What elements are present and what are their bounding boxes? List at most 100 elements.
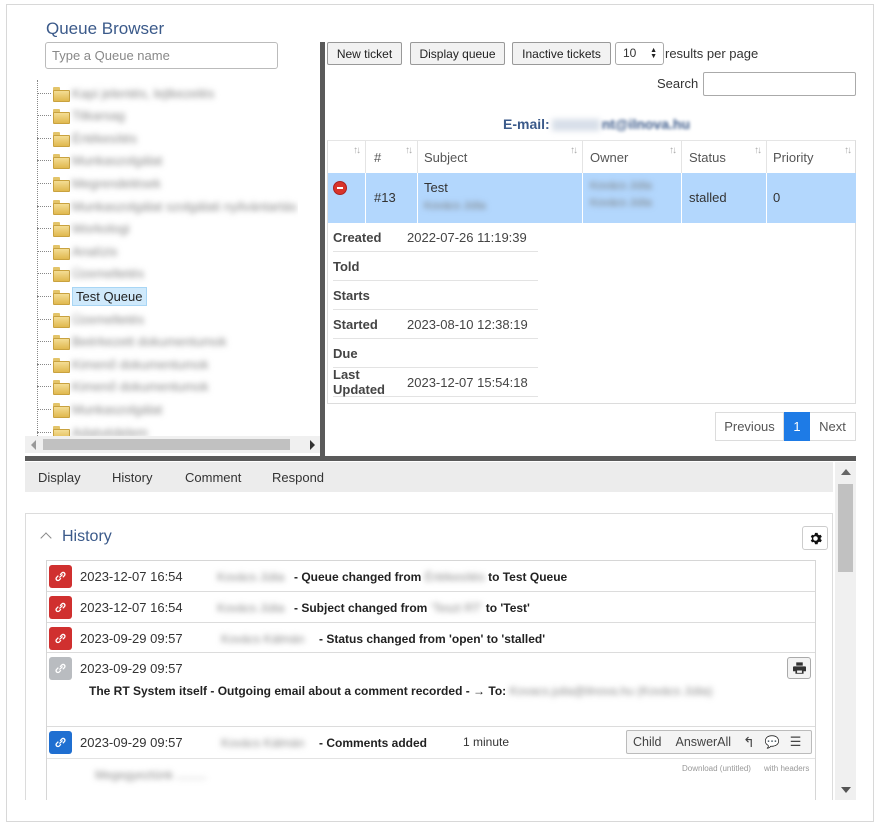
ticket-owner: Kovács Júlia (590, 180, 652, 192)
child-button[interactable]: Child (633, 735, 662, 749)
new-ticket-button[interactable]: New ticket (327, 42, 402, 65)
spinner-arrows-icon[interactable]: ▲ ▼ (650, 47, 657, 60)
tree-item-label[interactable]: Munkaszolgálat (72, 402, 162, 417)
tree-item[interactable]: Munkaszolgálat (37, 398, 162, 420)
download-link[interactable]: Download (untitled) (682, 764, 751, 773)
scrollbar-thumb[interactable] (838, 484, 853, 572)
collapse-minus-icon[interactable] (333, 181, 347, 195)
history-card: History 2023-12-07 16:54 Kovács Júlia - Qu… (25, 513, 833, 800)
tree-item-label[interactable]: Munkaszolgálat (72, 153, 162, 168)
comment-icon[interactable]: 💬 (765, 735, 780, 749)
scrollbar-thumb[interactable] (43, 439, 290, 450)
scroll-left-arrow-icon[interactable] (31, 440, 36, 450)
tree-item[interactable]: Beérkezett dokumentumok (37, 331, 227, 353)
tree-item[interactable]: Workologi (37, 218, 130, 240)
history-settings-button[interactable] (802, 526, 828, 550)
history-author: Kovács Júlia (217, 601, 285, 615)
col-header-id[interactable]: # ↑↓ (366, 141, 418, 173)
tree-item-label[interactable]: Test Queue (72, 286, 147, 306)
tree-item[interactable]: Kapi jelentés, lejtkezelés (37, 82, 214, 104)
sort-icon[interactable]: ↑↓ (754, 145, 762, 156)
ticket-priority: 0 (773, 190, 781, 205)
ticket-subject-cell[interactable]: Test Kovács Júlia (418, 173, 583, 223)
transaction-link-button[interactable] (49, 565, 72, 588)
transaction-link-button[interactable] (49, 657, 72, 680)
tree-item[interactable]: Analízis (37, 240, 118, 262)
col-header-id-label: # (374, 149, 382, 165)
tab-history[interactable]: History (112, 470, 152, 485)
tree-item[interactable]: Kimenő dokumentumok (37, 376, 209, 398)
col-header-owner[interactable]: Owner ↑↓ (583, 141, 682, 173)
scroll-right-arrow-icon[interactable] (310, 440, 315, 450)
sort-icon[interactable]: ↑↓ (405, 145, 413, 156)
tree-item[interactable]: Üzemeltetés (37, 308, 144, 330)
tree-item-label[interactable]: Beérkezett dokumentumok (72, 334, 227, 349)
sort-icon[interactable]: ↑↓ (353, 145, 361, 156)
tree-item[interactable]: Értékesítés (37, 127, 137, 149)
history-entry: 2023-09-29 09:57 Kovács Kálmán - Status ch… (47, 623, 815, 653)
transaction-link-button[interactable] (49, 596, 72, 619)
tree-item[interactable]: Üzemeltetés (37, 263, 144, 285)
scroll-up-arrow-icon[interactable] (841, 469, 851, 475)
link-icon (55, 571, 66, 582)
ticket-subject[interactable]: Test (424, 180, 582, 195)
vertical-splitter[interactable] (320, 42, 325, 458)
tree-item[interactable]: Kimenő dokumentumok (37, 353, 209, 375)
tree-item[interactable]: Megrendelések (37, 172, 161, 194)
horizontal-splitter[interactable] (25, 456, 856, 461)
ticket-scrollbar[interactable] (835, 462, 856, 800)
sort-icon[interactable]: ↑↓ (669, 145, 677, 156)
sort-icon[interactable]: ↑↓ (570, 145, 578, 156)
tab-respond[interactable]: Respond (272, 470, 324, 485)
tree-item-label[interactable]: Kimenő dokumentumok (72, 379, 209, 394)
tree-item[interactable]: Test Queue (37, 285, 147, 307)
col-header-subject[interactable]: Subject ↑↓ (418, 141, 583, 173)
tree-item-label[interactable]: Workologi (72, 221, 130, 236)
pagination-next[interactable]: Next (810, 412, 856, 441)
list-icon[interactable]: ☰ (790, 734, 802, 750)
transaction-link-button[interactable] (49, 731, 72, 754)
scroll-down-arrow-icon[interactable] (841, 787, 851, 793)
per-page-select[interactable]: 10 ▲ ▼ (615, 42, 664, 65)
history-date: 2023-09-29 09:57 (80, 631, 183, 646)
sort-icon[interactable]: ↑↓ (844, 145, 852, 156)
table-search-input[interactable] (703, 72, 856, 96)
history-header[interactable]: History (40, 528, 112, 546)
answer-all-button[interactable]: AnswerAll (676, 735, 732, 749)
pagination-previous[interactable]: Previous (715, 412, 784, 441)
tree-item[interactable]: Munkaszolgálat (37, 150, 162, 172)
col-header-status[interactable]: Status ↑↓ (682, 141, 767, 173)
tree-horizontal-scrollbar[interactable] (25, 436, 320, 453)
tree-item-label[interactable]: Adatvédelem (72, 425, 148, 437)
reply-icon[interactable]: ↰ (743, 734, 755, 751)
tree-item[interactable]: Munkaszolgálat szolgálati nyilvántartás (37, 195, 297, 217)
tree-item-label[interactable]: Üzemeltetés (72, 312, 144, 327)
tree-item-label[interactable]: Értékesítés (72, 131, 137, 146)
display-queue-button[interactable]: Display queue (410, 42, 505, 65)
gear-icon (810, 532, 822, 544)
tree-item-label[interactable]: Analízis (72, 244, 118, 259)
tab-display[interactable]: Display (38, 470, 81, 485)
inactive-tickets-button[interactable]: Inactive tickets (512, 42, 611, 65)
show-outgoing-email-button[interactable] (787, 657, 811, 679)
history-desc-text: The RT System itself - Outgoing email ab… (89, 684, 507, 698)
queue-title-blurred (551, 119, 600, 132)
col-header-priority[interactable]: Priority ↑↓ (767, 141, 856, 173)
tree-item-label[interactable]: Megrendelések (72, 176, 161, 191)
tab-comment[interactable]: Comment (185, 470, 241, 485)
tree-item-label[interactable]: Titkarsag (72, 108, 125, 123)
row-status-cell[interactable] (328, 173, 366, 223)
tree-item-label[interactable]: Kimenő dokumentumok (72, 357, 209, 372)
tree-item-label[interactable]: Üzemeltetés (72, 266, 144, 281)
col-header-icon[interactable]: ↑↓ (328, 141, 366, 173)
with-headers-link[interactable]: with headers (764, 764, 809, 773)
tree-item-label[interactable]: Munkaszolgálat szolgálati nyilvántartás (72, 199, 297, 214)
tree-item-label[interactable]: Kapi jelentés, lejtkezelés (72, 86, 214, 101)
chevron-up-icon[interactable] (40, 532, 52, 544)
ticket-id[interactable]: #13 (366, 173, 418, 223)
tree-item[interactable]: Adatvédelem (37, 421, 148, 436)
detail-value: 2023-08-10 12:38:19 (407, 316, 528, 332)
transaction-link-button[interactable] (49, 627, 72, 650)
pagination-page[interactable]: 1 (784, 412, 810, 441)
tree-item[interactable]: Titkarsag (37, 105, 125, 127)
